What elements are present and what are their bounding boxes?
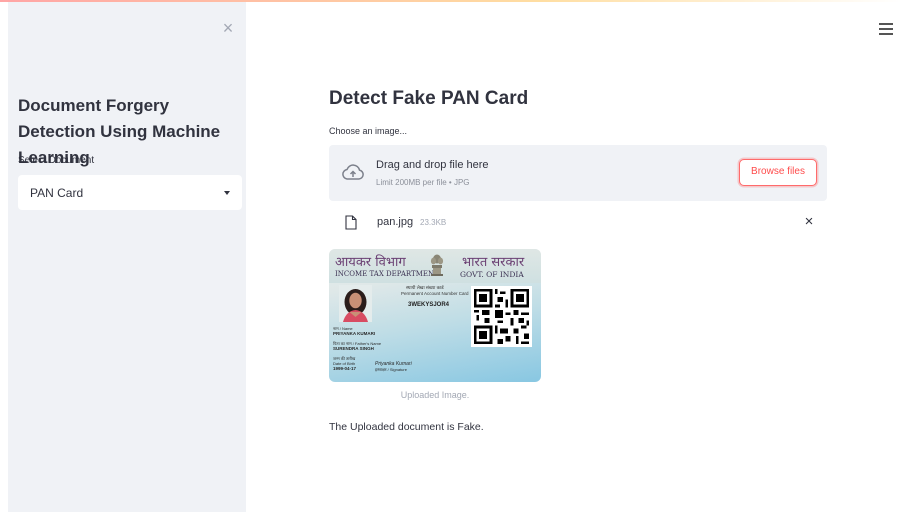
card-department: INCOME TAX DEPARTMENT (335, 270, 439, 278)
file-dropzone[interactable]: Drag and drop file here Limit 200MB per … (329, 145, 827, 201)
chevron-down-icon (224, 190, 230, 195)
card-hindi-government: भारत सरकार (462, 255, 525, 270)
file-size: 23.3KB (420, 218, 447, 227)
uploader-label: Choose an image... (329, 126, 408, 136)
card-dob-value: 1999-04-17 (333, 366, 357, 371)
card-government: GOVT. OF INDIA (460, 270, 524, 279)
document-select-value: PAN Card (30, 185, 84, 200)
card-signature-label: हस्ताक्षर / Signature (375, 367, 407, 372)
document-select[interactable]: PAN Card (18, 175, 242, 210)
dropzone-instructions: Drag and drop file here (376, 159, 489, 171)
qr-code (471, 286, 532, 347)
page-title: Detect Fake PAN Card (329, 88, 529, 109)
select-document-label: Select Document (18, 155, 95, 166)
browse-files-button[interactable]: Browse files (739, 159, 817, 186)
image-caption: Uploaded Image. (400, 390, 470, 400)
pan-number: 3WEKYSJOR4 (408, 302, 450, 308)
card-hindi-department: आयकर विभाग (335, 255, 406, 270)
card-title: Permanent Account Number Card (401, 291, 469, 296)
cloud-upload-icon (342, 164, 364, 180)
hamburger-icon[interactable] (879, 23, 893, 35)
file-icon (345, 215, 357, 230)
uploaded-image: आयकर विभाग भारत सरकार INCOME TAX DEPARTM… (329, 249, 541, 382)
card-father-value: SURENDRA SINGH (333, 346, 374, 351)
uploaded-file-item: pan.jpg 23.3KB × (329, 212, 827, 234)
emblem-icon (430, 254, 444, 276)
remove-file-button[interactable]: × (801, 213, 817, 231)
card-name-value: PRIYANKA KUMARI (333, 331, 376, 336)
close-sidebar-button[interactable]: × (219, 19, 237, 37)
dropzone-limit: Limit 200MB per file • JPG (376, 178, 470, 187)
sidebar: × Document Forgery Detection Using Machi… (8, 2, 246, 512)
file-name: pan.jpg (377, 216, 414, 228)
card-photo (339, 285, 372, 322)
detection-result: The Uploaded document is Fake. (329, 421, 484, 433)
